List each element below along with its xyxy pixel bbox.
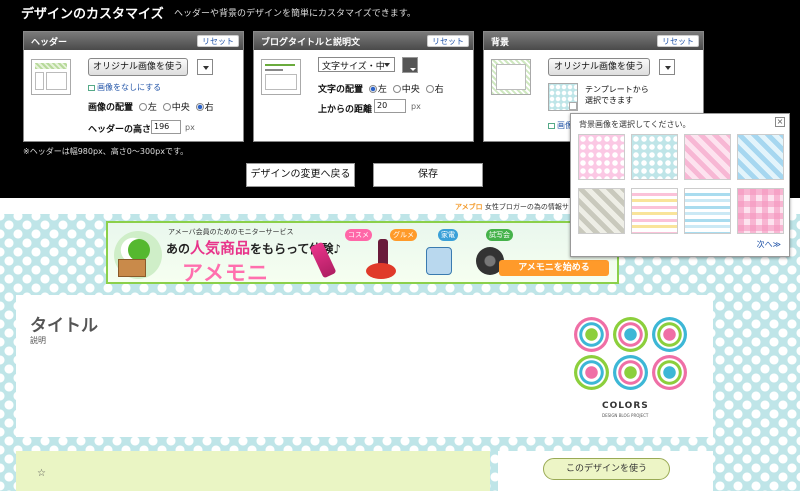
template-hint: テンプレートから (585, 85, 649, 94)
amemoni-start-button[interactable]: アメモニを始める (499, 260, 609, 276)
header-settings-panel: ヘッダー リセット オリジナル画像を使う 画像をなしにする 画像の配置 左 中央… (23, 31, 244, 142)
image-icon (88, 85, 95, 91)
panel-title-background: 背景 (491, 38, 510, 48)
blog-title-settings-panel: ブログタイトルと説明文 リセット 文字サイズ・中 文字の配置 左 中央 右 上か… (253, 31, 474, 142)
top-distance-unit: px (411, 102, 421, 111)
header-align-right-radio[interactable] (195, 103, 204, 111)
header-height-unit: px (185, 123, 195, 132)
appliance-icon (426, 247, 452, 275)
page-title: デザインのカスタマイズ (21, 7, 164, 22)
chevron-down-icon (569, 102, 577, 110)
header-align-left-radio[interactable] (138, 103, 147, 111)
next-page-link[interactable]: 次へ≫ (757, 239, 781, 250)
tag-gourmet: グルメ (390, 229, 417, 241)
bg-tile-blue-dots[interactable] (631, 134, 678, 180)
header-height-input[interactable]: 196 (151, 120, 181, 134)
save-button[interactable]: 保存 (373, 163, 483, 187)
page-description: ヘッダーや背景のデザインを簡単にカスタマイズできます。 (174, 9, 416, 19)
logo-name: COLORS (602, 401, 649, 411)
header-reset-button[interactable]: リセット (197, 35, 239, 47)
header-image-dropdown[interactable] (197, 59, 213, 75)
bg-tile-pink-gingham[interactable] (737, 188, 784, 234)
background-original-image-button[interactable]: オリジナル画像を使う (548, 58, 650, 76)
header-height-label: ヘッダーの高さ (88, 125, 152, 135)
blog-description: 説明 (30, 336, 46, 345)
tag-appliance: 家電 (438, 229, 458, 241)
header-align-center-radio[interactable] (162, 103, 171, 111)
background-layout-thumbnail (491, 59, 531, 95)
logo-subtitle: DESIGN BLOG PROJECT (602, 413, 649, 418)
background-image-dropdown[interactable] (659, 59, 675, 75)
amemoni-banner[interactable]: アメーバ会員のためのモニターサービス あの人気商品をもらって体験♪ アメモニ コ… (106, 221, 619, 284)
bg-tile-pink-stripes[interactable] (684, 134, 731, 180)
tag-cosme: コスメ (345, 229, 372, 241)
bg-tile-blue-stripes[interactable] (737, 134, 784, 180)
blog-title-layout-thumbnail (261, 59, 301, 95)
header-layout-thumbnail (31, 59, 71, 95)
image-icon (548, 123, 555, 129)
sidebar: このデザインを使う (498, 451, 713, 491)
text-align-row: 文字の配置 左 中央 右 (318, 85, 444, 95)
use-this-design-button[interactable]: このデザインを使う (543, 458, 670, 480)
mascot-icon (128, 239, 150, 261)
star-icon: ☆ (37, 468, 46, 479)
blog-entry: ☆ (16, 451, 490, 491)
top-distance-input[interactable]: 20 (374, 99, 406, 113)
bg-tile-blue-lines[interactable] (684, 188, 731, 234)
text-align-left-radio[interactable] (368, 85, 377, 93)
topbar-text: アメブロ 女性ブロガーの為の情報サ (455, 203, 569, 211)
popup-title: 背景画像を選択してください。 (579, 120, 691, 129)
background-reset-button[interactable]: リセット (657, 35, 699, 47)
panel-title-blog: ブログタイトルと説明文 (261, 38, 361, 48)
banner-subtitle: アメーバ会員のためのモニターサービス (168, 228, 294, 236)
background-template-thumbnail[interactable] (548, 83, 578, 111)
remove-image-link[interactable]: 画像をなしにする (88, 82, 161, 93)
template-hint-2: 選択できます (585, 96, 633, 105)
text-color-picker[interactable] (402, 57, 418, 73)
crab-icon (366, 263, 396, 279)
bg-tile-pink-dots[interactable] (578, 134, 625, 180)
banner-brand: アメモニ (182, 261, 269, 284)
bg-tile-pink-yellow-lines[interactable] (631, 188, 678, 234)
colors-logo: COLORS DESIGN BLOG PROJECT (568, 313, 688, 425)
text-align-right-radio[interactable] (425, 85, 434, 93)
box-icon (118, 259, 146, 277)
bg-tile-gray-stripes[interactable] (578, 188, 625, 234)
text-align-center-radio[interactable] (392, 85, 401, 93)
panel-title-header: ヘッダー (31, 38, 68, 48)
blog-title-reset-button[interactable]: リセット (427, 35, 469, 47)
top-distance-label: 上からの距離 (318, 105, 373, 115)
background-picker-popup: 背景画像を選択してください。 × 次へ≫ (570, 113, 790, 257)
close-icon[interactable]: × (775, 117, 785, 127)
font-size-select[interactable]: 文字サイズ・中 (318, 57, 395, 72)
tag-preview: 試写会 (486, 229, 513, 241)
blog-header: タイトル 説明 COLORS DESIGN BLOG PROJECT (16, 295, 713, 437)
header-align-row: 画像の配置 左 中央 右 (88, 103, 214, 113)
blog-title: タイトル (30, 316, 98, 336)
back-to-design-button[interactable]: デザインの変更へ戻る (246, 163, 355, 187)
header-size-note: ※ヘッダーは幅980px、高さ0～300pxです。 (23, 147, 189, 156)
header-original-image-button[interactable]: オリジナル画像を使う (88, 58, 188, 76)
